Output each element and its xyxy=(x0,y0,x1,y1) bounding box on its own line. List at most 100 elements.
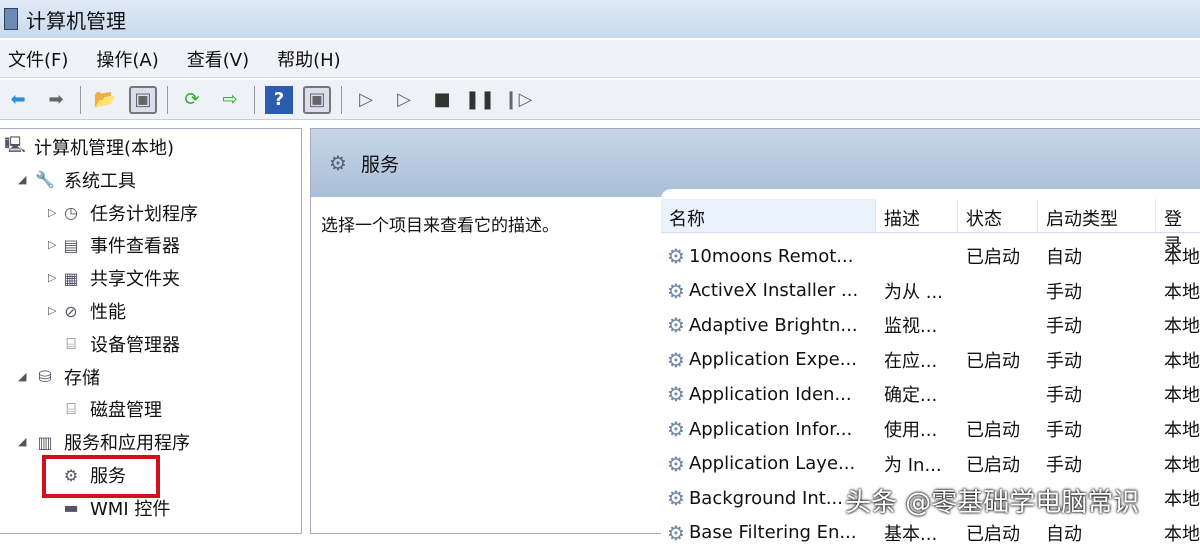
cell: 已启动 xyxy=(966,247,1020,268)
show-action-pane-icon[interactable]: ▣ xyxy=(303,85,331,114)
table-row[interactable]: ⚙ Application Expe... 在应... 已启动 手动 本地 xyxy=(661,343,1200,377)
column-header[interactable]: 状态 xyxy=(958,199,1038,232)
service-gear-icon: ⚙ xyxy=(667,486,685,511)
clock-icon: ◷ xyxy=(64,203,78,223)
window-title: 计算机管理 xyxy=(26,8,126,33)
forward-icon[interactable]: ➡ xyxy=(42,86,70,114)
pause-service-icon[interactable]: ❚❚ xyxy=(465,86,495,114)
service-gear-icon: ⚙ xyxy=(667,417,685,441)
service-name: Application Iden... xyxy=(688,383,852,405)
expander-icon[interactable]: ▷ xyxy=(48,206,56,219)
table-row[interactable]: ⚙ Base Filtering En... 基本... 已启动 自动 本地 xyxy=(661,516,1200,550)
refresh-icon[interactable]: ⟳ xyxy=(178,86,206,114)
show-hide-tree-icon[interactable]: ▣ xyxy=(129,85,157,114)
service-gear-icon: ⚙ xyxy=(667,382,685,407)
service-name: 10moons Remot... xyxy=(688,245,854,267)
tree-node[interactable]: ⌸ 设备管理器 xyxy=(60,329,180,359)
table-row[interactable]: ⚙ 10moons Remot... 已启动 自动 本地 xyxy=(661,239,1200,273)
menu-file[interactable]: 文件(F) xyxy=(8,46,68,72)
help-icon[interactable]: ? xyxy=(265,85,293,114)
expander-icon[interactable]: ▷ xyxy=(48,304,56,317)
panel-header: ⚙ 服务 xyxy=(311,129,1200,197)
column-header[interactable]: 名称 xyxy=(661,199,876,232)
table-row[interactable]: ⚙ Application Infor... 使用... 已启动 手动 本地 xyxy=(661,412,1200,446)
tree-node-label: 系统工具 xyxy=(64,170,136,192)
table-row[interactable]: ⚙ Application Laye... 为 In... 已启动 手动 本地 xyxy=(661,447,1200,481)
export-list-icon[interactable]: ⇨ xyxy=(216,86,244,114)
table-row[interactable]: ⚙ ActiveX Installer ... 为从 ... 手动 本地 xyxy=(661,274,1200,308)
up-folder-icon[interactable]: 📂 xyxy=(91,86,119,114)
column-header[interactable]: 启动类型 xyxy=(1038,199,1156,232)
cell: 本地 xyxy=(1164,385,1200,407)
description-text: 选择一个项目来查看它的描述。 xyxy=(321,216,559,236)
service-gear-icon: ⚙ xyxy=(667,520,685,545)
cell: 已启动 xyxy=(966,420,1020,441)
tree-node[interactable]: ⛁ 存储 xyxy=(34,362,100,392)
tree-node-label: 磁盘管理 xyxy=(90,400,162,422)
cell: 手动 xyxy=(1046,454,1082,476)
stop-service-icon[interactable]: ■ xyxy=(428,86,456,114)
shared-folder-icon: ▦ xyxy=(63,268,79,288)
expander-icon[interactable]: ◢ xyxy=(18,370,26,383)
cell: 已启动 xyxy=(966,350,1020,372)
cell: 为从 ... xyxy=(884,281,943,303)
start-service-icon[interactable]: ▷ xyxy=(352,86,380,114)
cell: 本地 xyxy=(1164,350,1200,372)
expander-icon[interactable]: ▷ xyxy=(48,238,56,251)
menu-view[interactable]: 查看(V) xyxy=(187,46,249,72)
cell: 自动 xyxy=(1046,523,1082,545)
separator xyxy=(341,85,342,114)
cell: 确定... xyxy=(884,385,938,407)
expander-icon[interactable]: ◢ xyxy=(18,435,26,448)
toolbar: ⬅ ➡ 📂 ▣ ⟳ ⇨ ? ▣ ▷ ▷ ■ ❚❚ ❙▷ xyxy=(0,80,1200,120)
service-gear-icon: ⚙ xyxy=(667,313,685,338)
cell: 手动 xyxy=(1046,350,1082,372)
list-header: 名称 描述 状态 启动类型 登录 xyxy=(661,199,1200,256)
service-name: Application Expe... xyxy=(688,349,857,371)
tree-node[interactable]: ⊘ 性能 xyxy=(60,296,126,326)
title-bar: 计算机管理 xyxy=(0,0,1200,38)
tree-node[interactable]: ▤ 事件查看器 xyxy=(60,230,180,260)
tree-node[interactable]: ⌸ 磁盘管理 xyxy=(60,394,162,424)
service-gear-icon: ⚙ xyxy=(667,244,685,268)
cell: 本地 xyxy=(1164,489,1200,511)
start-service-alt-icon[interactable]: ▷ xyxy=(390,86,418,114)
tree-node[interactable]: ◷ 任务计划程序 xyxy=(60,198,198,228)
column-header[interactable]: 登录 xyxy=(1156,199,1200,256)
expander-icon[interactable]: ◢ xyxy=(18,173,26,186)
tree-node[interactable]: ▦ 共享文件夹 xyxy=(60,263,180,293)
tree-node[interactable]: 🖳 计算机管理(本地) xyxy=(4,132,174,162)
storage-icon: ⛁ xyxy=(38,367,52,387)
watermark: 头条 @零基础学电脑常识 xyxy=(845,488,1140,518)
tree-node-label: 事件查看器 xyxy=(90,236,180,258)
separator xyxy=(80,85,81,114)
tree-node-label: 服务和应用程序 xyxy=(64,433,190,455)
separator xyxy=(254,85,255,114)
gear-icon: ⚙ xyxy=(329,151,347,175)
service-name: Application Infor... xyxy=(688,418,853,440)
menu-action[interactable]: 操作(A) xyxy=(96,46,158,72)
device-manager-icon: ⌸ xyxy=(66,333,76,353)
tree-node[interactable]: 🔧 系统工具 xyxy=(34,165,136,195)
tree-node-label: 任务计划程序 xyxy=(90,203,198,225)
restart-service-icon[interactable]: ❙▷ xyxy=(504,86,533,114)
service-name: Adaptive Brightn... xyxy=(688,314,858,336)
cell: 基本... xyxy=(884,523,938,545)
service-name: Application Laye... xyxy=(688,453,856,475)
expander-icon[interactable]: ▷ xyxy=(48,271,56,284)
column-header[interactable]: 描述 xyxy=(876,199,958,232)
cell: 本地 xyxy=(1164,420,1200,441)
table-row[interactable]: ⚙ Application Iden... 确定... 手动 本地 xyxy=(661,377,1200,411)
service-name: ActiveX Installer ... xyxy=(688,280,859,302)
cell: 本地 xyxy=(1164,247,1200,268)
menu-help[interactable]: 帮助(H) xyxy=(277,46,341,72)
services-apps-icon: ▥ xyxy=(37,432,53,452)
separator xyxy=(167,85,168,114)
back-icon[interactable]: ⬅ xyxy=(4,86,32,114)
tree-node[interactable]: ▥ 服务和应用程序 xyxy=(34,427,190,457)
cell: 已启动 xyxy=(966,454,1020,476)
cell: 已启动 xyxy=(966,523,1020,545)
table-row[interactable]: ⚙ Adaptive Brightn... 监视... 手动 本地 xyxy=(661,308,1200,342)
service-gear-icon: ⚙ xyxy=(667,347,685,372)
cell: 本地 xyxy=(1164,523,1200,545)
